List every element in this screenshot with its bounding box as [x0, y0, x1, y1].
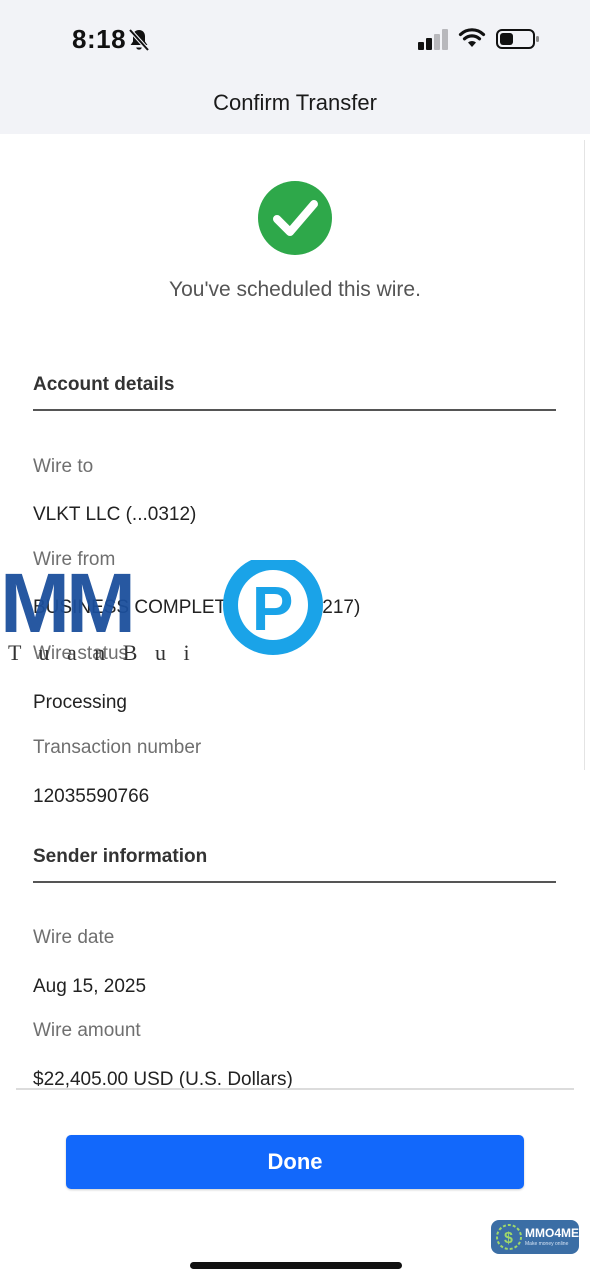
- mmo4me-badge: $ MMO4ME Make money online: [491, 1220, 579, 1254]
- divider: [16, 1088, 574, 1090]
- status-time: 8:18: [72, 24, 127, 54]
- wifi-icon: [458, 28, 486, 47]
- section-title-account-details: Account details: [33, 374, 175, 395]
- scroll-edge: [584, 140, 585, 770]
- svg-text:P: P: [252, 575, 293, 644]
- section-title-sender-information: Sender information: [33, 846, 208, 867]
- transaction-number-value: 12035590766: [33, 786, 150, 807]
- transaction-number-label: Transaction number: [33, 737, 202, 758]
- battery-icon: [496, 29, 539, 49]
- svg-text:MM: MM: [0, 560, 132, 650]
- svg-text:T u a n B u i: T u a n B u i: [8, 640, 196, 665]
- page-title: Confirm Transfer: [213, 90, 377, 115]
- watermark-logo: MM P T u a n B u i: [0, 560, 323, 665]
- wire-date-label: Wire date: [33, 927, 115, 948]
- wire-to-value: VLKT LLC (...0312): [33, 504, 197, 525]
- status-bar: 8:18: [0, 0, 590, 80]
- badge-subtitle: Make money online: [525, 1241, 569, 1247]
- divider: [33, 409, 556, 411]
- wire-to-label: Wire to: [33, 456, 94, 477]
- cellular-signal-icon: [418, 29, 448, 50]
- success-message: You've scheduled this wire.: [169, 278, 421, 301]
- done-button[interactable]: Done: [66, 1135, 524, 1189]
- nav-bar: Confirm Transfer: [0, 80, 590, 134]
- dollar-icon: $: [496, 1224, 522, 1250]
- wire-status-value: Processing: [33, 692, 127, 713]
- wire-amount-label: Wire amount: [33, 1020, 141, 1041]
- bell-slash-icon: [128, 28, 150, 52]
- divider: [33, 881, 556, 883]
- home-indicator[interactable]: [190, 1262, 402, 1269]
- svg-text:$: $: [504, 1230, 513, 1247]
- badge-title: MMO4ME: [525, 1226, 579, 1240]
- wire-date-value: Aug 15, 2025: [33, 976, 147, 997]
- check-circle-icon: [258, 181, 332, 255]
